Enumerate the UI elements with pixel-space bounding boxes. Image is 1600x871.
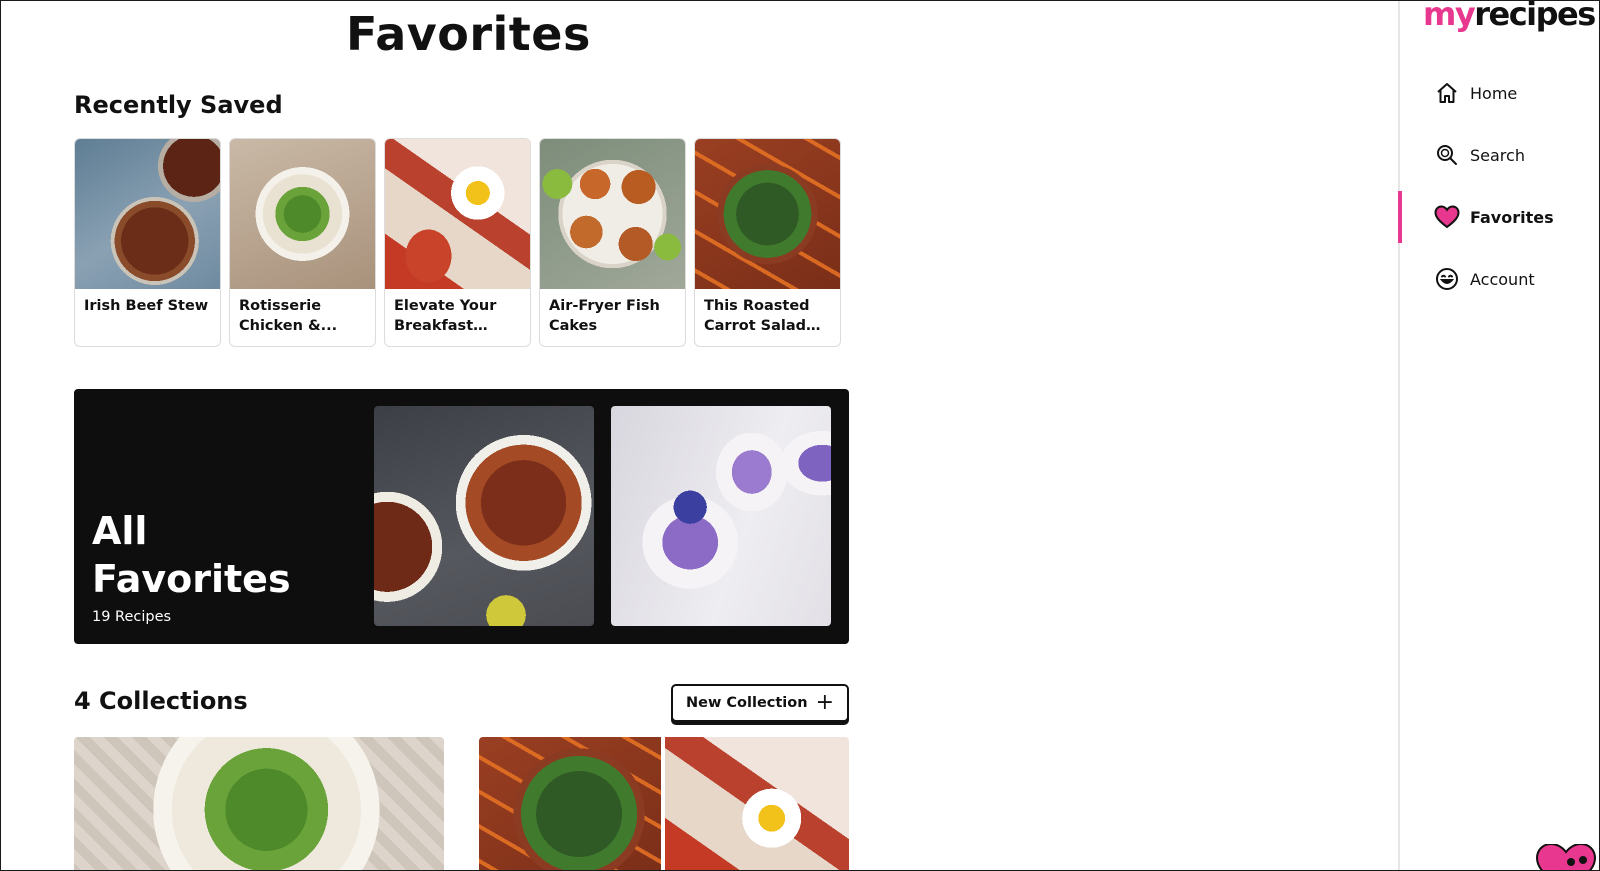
recipe-card-title: Rotisserie Chicken &... [239, 298, 338, 334]
blueberry-parfait-photo [611, 406, 831, 626]
all-favorites-title-line2: Favorites [92, 557, 291, 601]
recipe-card-title: This Roasted Carrot Salad Is... [704, 298, 810, 334]
sidebar-item-label: Favorites [1470, 207, 1554, 227]
myrecipes-logo[interactable]: myrecipes [1423, 0, 1596, 33]
all-favorites-count: 19 Recipes [92, 609, 172, 625]
collection-card[interactable] [74, 737, 444, 870]
new-collection-button[interactable]: New Collection + [671, 684, 849, 722]
recipe-card[interactable]: Air-Fryer Fish Cakes [539, 138, 686, 347]
recently-saved-list: Irish Beef Stew Rotisserie Chicken &... … [74, 138, 841, 347]
sidebar-item-label: Account [1470, 269, 1535, 289]
recently-saved-heading: Recently Saved [74, 91, 283, 119]
sidebar-item-search[interactable]: Search [1400, 133, 1599, 177]
search-icon [1434, 142, 1460, 168]
recipe-card-title: Air-Fryer Fish Cakes [549, 298, 660, 334]
app-frame: Favorites Recently Saved Irish Beef Stew… [0, 0, 1600, 871]
fish-cakes-photo [540, 139, 685, 289]
sidebar-item-favorites[interactable]: Favorites [1400, 195, 1599, 239]
bacon-egg-toast-photo [385, 139, 530, 289]
sidebar: myrecipes Home Search Favorites Account [1398, 0, 1599, 870]
page-title: Favorites [346, 7, 591, 61]
beef-stew-photo [75, 139, 220, 289]
recipe-card[interactable]: Elevate Your Breakfast Gam... [384, 138, 531, 347]
sidebar-item-label: Search [1470, 145, 1525, 165]
all-favorites-title-line1: All [92, 509, 148, 553]
recipe-card[interactable]: Rotisserie Chicken &... [229, 138, 376, 347]
recipe-card-title: Irish Beef Stew [84, 298, 209, 314]
all-favorites-title: All Favorites [92, 507, 291, 603]
collection-card[interactable] [479, 737, 661, 870]
new-collection-label: New Collection [685, 695, 808, 711]
collection-card-image[interactable] [665, 737, 849, 870]
roasted-carrot-salad-photo [695, 139, 840, 289]
rotisserie-chicken-salad-photo [230, 139, 375, 289]
plus-icon: + [815, 690, 834, 715]
heart-face-icon[interactable] [1531, 842, 1597, 870]
recipe-card[interactable]: This Roasted Carrot Salad Is... [694, 138, 841, 347]
heart-icon [1434, 204, 1460, 230]
collections-heading: 4 Collections [74, 687, 248, 715]
sidebar-item-home[interactable]: Home [1400, 71, 1599, 115]
sidebar-item-label: Home [1470, 83, 1518, 103]
logo-recipes: recipes [1474, 0, 1596, 33]
smiley-icon [1434, 266, 1460, 292]
recipe-card[interactable]: Irish Beef Stew [74, 138, 221, 347]
sidebar-item-account[interactable]: Account [1400, 257, 1599, 301]
logo-my: my [1423, 0, 1476, 33]
bean-soup-photo [374, 406, 594, 626]
all-favorites-banner[interactable]: All Favorites 19 Recipes [74, 389, 849, 644]
home-icon [1434, 80, 1460, 106]
recipe-card-title: Elevate Your Breakfast Gam... [394, 298, 497, 334]
